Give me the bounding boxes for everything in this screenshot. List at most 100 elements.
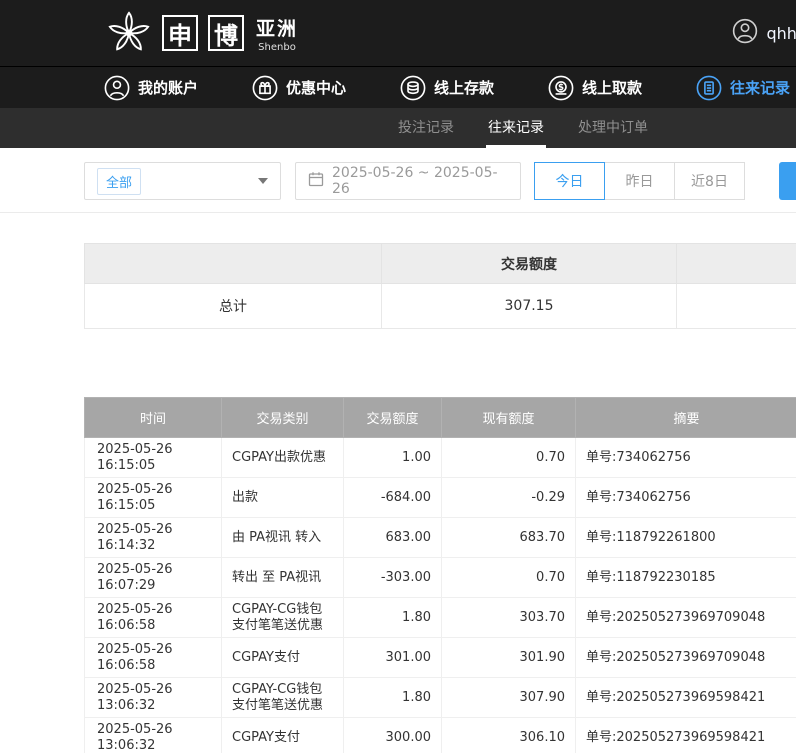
tab-bet-records[interactable]: 投注记录 xyxy=(396,108,456,148)
calendar-icon xyxy=(308,171,324,191)
table-cell: -0.29 xyxy=(442,478,576,518)
table-cell: 1.80 xyxy=(344,598,442,638)
nav-item-my-account[interactable]: 我的账户 xyxy=(104,75,198,101)
date-range-picker[interactable]: 2025-05-26 ~ 2025-05-26 xyxy=(295,162,521,200)
today-button[interactable]: 今日 xyxy=(534,162,605,200)
table-cell: 2025-05-26 16:14:32 xyxy=(85,518,222,558)
tab-processing-orders[interactable]: 处理中订单 xyxy=(576,108,650,148)
table-cell: 2025-05-26 16:07:29 xyxy=(85,558,222,598)
column-header: 交易额度 xyxy=(344,398,442,438)
table-cell: 301.90 xyxy=(442,638,576,678)
withdraw-icon: $ xyxy=(548,75,574,101)
table-row: 2025-05-26 13:06:32CGPAY支付300.00306.10单号… xyxy=(85,718,796,753)
records-icon xyxy=(696,75,722,101)
logo-char-2: 博 xyxy=(208,15,244,51)
table-cell: 306.10 xyxy=(442,718,576,753)
table-cell: 单号:202505273969598421 xyxy=(576,678,796,718)
transactions-tbody: 2025-05-26 16:15:05CGPAY出款优惠1.000.70单号:7… xyxy=(85,438,796,753)
summary-header-amount: 交易额度 xyxy=(382,244,677,284)
table-cell: 2025-05-26 16:15:05 xyxy=(85,438,222,478)
table-cell: 出款 xyxy=(222,478,344,518)
table-cell: CGPAY支付 xyxy=(222,718,344,753)
table-cell: 单号:734062756 xyxy=(576,438,796,478)
logo-char-1: 申 xyxy=(162,15,198,51)
table-cell: 683.00 xyxy=(344,518,442,558)
section-divider xyxy=(0,212,796,213)
table-cell: 2025-05-26 16:06:58 xyxy=(85,638,222,678)
table-cell: 单号:118792261800 xyxy=(576,518,796,558)
table-cell: 2025-05-26 16:15:05 xyxy=(85,478,222,518)
type-filter-dropdown[interactable]: 全部 xyxy=(84,162,281,200)
top-header: 申 博 亚洲 Shenbo qhhw xyxy=(0,0,796,66)
nav-item-label: 线上存款 xyxy=(434,77,494,98)
table-cell: CGPAY出款优惠 xyxy=(222,438,344,478)
summary-total-value: 307.15 xyxy=(382,284,677,329)
nav-item-withdraw[interactable]: $ 线上取款 xyxy=(548,75,642,101)
table-row: 2025-05-26 16:15:05出款-684.00-0.29单号:7340… xyxy=(85,478,796,518)
column-header: 摘要 xyxy=(576,398,796,438)
table-row: 2025-05-26 16:07:29转出 至 PA视讯-303.000.70单… xyxy=(85,558,796,598)
table-row: 2025-05-26 16:15:05CGPAY出款优惠1.000.70单号:7… xyxy=(85,438,796,478)
table-cell: 2025-05-26 13:06:32 xyxy=(85,718,222,753)
sub-nav: 投注记录 往来记录 处理中订单 xyxy=(0,108,796,148)
table-cell: CGPAY-CG钱包支付笔笔送优惠 xyxy=(222,678,344,718)
nav-item-records[interactable]: 往来记录 xyxy=(696,75,790,101)
search-button[interactable] xyxy=(779,162,796,200)
chevron-down-icon xyxy=(258,178,268,184)
yesterday-button[interactable]: 昨日 xyxy=(604,162,675,200)
table-cell: 单号:118792230185 xyxy=(576,558,796,598)
table-cell: -303.00 xyxy=(344,558,442,598)
table-cell: 301.00 xyxy=(344,638,442,678)
summary-header-empty xyxy=(677,244,796,284)
table-cell: 683.70 xyxy=(442,518,576,558)
type-filter-value: 全部 xyxy=(97,168,141,195)
nav-item-label: 往来记录 xyxy=(730,77,790,98)
filter-bar: 全部 2025-05-26 ~ 2025-05-26 今日 昨日 近8日 xyxy=(0,148,796,200)
summary-header-empty xyxy=(85,244,382,284)
table-cell: 0.70 xyxy=(442,438,576,478)
table-cell: CGPAY-CG钱包支付笔笔送优惠 xyxy=(222,598,344,638)
column-header: 交易类别 xyxy=(222,398,344,438)
quick-date-buttons: 今日 昨日 近8日 xyxy=(535,162,745,200)
logo-region: 亚洲 xyxy=(256,14,298,41)
nav-item-label: 优惠中心 xyxy=(286,77,346,98)
username-label: qhhw xyxy=(766,24,796,43)
nav-item-promos[interactable]: 优惠中心 xyxy=(252,75,346,101)
account-icon xyxy=(104,75,130,101)
user-account[interactable]: qhhw xyxy=(732,0,796,66)
logo: 申 博 亚洲 Shenbo xyxy=(106,10,298,56)
table-cell: 单号:734062756 xyxy=(576,478,796,518)
table-cell: CGPAY支付 xyxy=(222,638,344,678)
summary-header-row: 交易额度 xyxy=(85,244,796,284)
table-row: 2025-05-26 16:06:58CGPAY支付301.00301.90单号… xyxy=(85,638,796,678)
logo-subtitle: Shenbo xyxy=(256,42,298,53)
svg-text:$: $ xyxy=(558,82,564,92)
logo-flower-icon xyxy=(106,10,152,56)
transactions-header-row: 时间交易类别交易额度现有额度摘要 xyxy=(85,398,796,438)
table-cell: 300.00 xyxy=(344,718,442,753)
table-cell: 0.70 xyxy=(442,558,576,598)
table-cell: 2025-05-26 16:06:58 xyxy=(85,598,222,638)
summary-total-row: 总计 307.15 xyxy=(85,284,796,329)
table-cell: 转出 至 PA视讯 xyxy=(222,558,344,598)
nav-item-label: 我的账户 xyxy=(138,77,198,98)
table-cell: 2025-05-26 13:06:32 xyxy=(85,678,222,718)
table-cell: 1.80 xyxy=(344,678,442,718)
table-row: 2025-05-26 16:14:32由 PA视讯 转入683.00683.70… xyxy=(85,518,796,558)
table-row: 2025-05-26 16:06:58CGPAY-CG钱包支付笔笔送优惠1.80… xyxy=(85,598,796,638)
last-8-days-button[interactable]: 近8日 xyxy=(674,162,745,200)
table-cell: 1.00 xyxy=(344,438,442,478)
tab-label: 往来记录 xyxy=(488,117,544,137)
date-range-value: 2025-05-26 ~ 2025-05-26 xyxy=(332,165,508,197)
table-cell: 307.90 xyxy=(442,678,576,718)
promo-icon xyxy=(252,75,278,101)
nav-item-label: 线上取款 xyxy=(582,77,642,98)
table-cell: -684.00 xyxy=(344,478,442,518)
tab-transaction-records[interactable]: 往来记录 xyxy=(486,108,546,148)
nav-item-deposit[interactable]: 线上存款 xyxy=(400,75,494,101)
table-row: 2025-05-26 13:06:32CGPAY-CG钱包支付笔笔送优惠1.80… xyxy=(85,678,796,718)
tab-label: 处理中订单 xyxy=(578,117,648,137)
main-nav: 我的账户 优惠中心 线上存款 $ xyxy=(0,66,796,108)
column-header: 现有额度 xyxy=(442,398,576,438)
column-header: 时间 xyxy=(85,398,222,438)
